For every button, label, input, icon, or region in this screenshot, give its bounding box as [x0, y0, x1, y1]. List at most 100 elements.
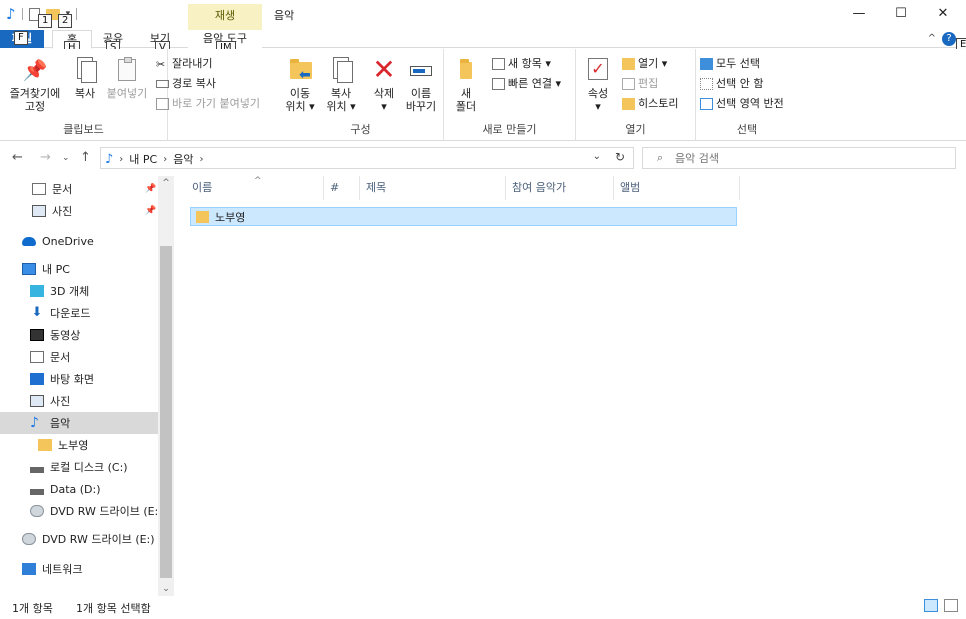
- edit-button[interactable]: 편집: [622, 77, 658, 91]
- easy-access-button[interactable]: 빠른 연결 ▾: [492, 77, 561, 91]
- refresh-icon[interactable]: ↻: [615, 150, 625, 164]
- chevron-right-icon[interactable]: ›: [163, 154, 167, 165]
- properties-button[interactable]: ✓ 속성 ▾: [582, 55, 614, 113]
- history-button[interactable]: 히스토리: [622, 97, 678, 111]
- nav-item-videos[interactable]: 동영상: [0, 324, 158, 346]
- nav-item-this-pc[interactable]: 내 PC: [0, 258, 158, 280]
- pin-label-line2: 고정: [24, 100, 46, 113]
- paste-button[interactable]: 붙여넣기: [104, 55, 150, 100]
- nav-item-downloads[interactable]: ⬇ 다운로드: [0, 302, 158, 324]
- copy-icon: [72, 55, 98, 85]
- nav-item-local-disk-c[interactable]: 로컬 디스크 (C:): [0, 456, 158, 478]
- address-bar[interactable]: ♪ › 내 PC › 음악 › ⌄ ↻: [100, 147, 634, 169]
- cut-label: 잘라내기: [172, 57, 213, 70]
- nav-item-dvd-drive[interactable]: DVD RW 드라이브 (E:): [0, 500, 158, 522]
- nav-item-documents[interactable]: 문서: [0, 346, 158, 368]
- column-header-number[interactable]: #: [324, 176, 360, 200]
- up-arrow-icon[interactable]: ↑: [80, 150, 91, 165]
- column-header-album[interactable]: 앨범: [614, 176, 740, 200]
- scroll-down-icon[interactable]: ⌄: [158, 584, 174, 594]
- clipboard-icon: [114, 55, 140, 85]
- nav-item-pictures[interactable]: 사진: [0, 390, 158, 412]
- nav-item-label: DVD RW 드라이브 (E:): [50, 505, 158, 518]
- breadcrumb-music[interactable]: 음악: [173, 151, 193, 167]
- details-view-icon[interactable]: [924, 599, 938, 612]
- nav-item-music[interactable]: ♪ 음악: [0, 412, 158, 434]
- rename-icon: [408, 55, 434, 85]
- pin-icon: 📌: [22, 58, 48, 82]
- help-icon[interactable]: ?: [942, 32, 956, 46]
- move-label-line1: 이동: [289, 87, 311, 100]
- cut-button[interactable]: ✂ 잘라내기: [156, 57, 212, 71]
- new-group: 새 폴더 새 항목 ▾ 빠른 연결 ▾ 새로 만들기: [444, 49, 576, 141]
- pin-icon: 📌: [145, 206, 157, 216]
- breadcrumb: ♪ › 내 PC › 음악 ›: [105, 151, 203, 167]
- paste-shortcut-icon: [156, 98, 169, 110]
- move-to-button[interactable]: ⬅ 이동 위치 ▾: [282, 55, 318, 113]
- paste-shortcut-button[interactable]: 바로 가기 붙여넣기: [156, 97, 260, 111]
- search-box[interactable]: ⌕: [642, 147, 956, 169]
- delete-x-icon: ✕: [372, 53, 396, 86]
- select-none-button[interactable]: 선택 안 함: [700, 77, 763, 91]
- minimize-button[interactable]: —: [844, 4, 874, 24]
- open-button[interactable]: 열기 ▾: [622, 57, 667, 71]
- forward-arrow-icon[interactable]: →: [40, 150, 51, 165]
- pin-to-quick-access-button[interactable]: 📌 즐겨찾기에 고정: [4, 55, 66, 113]
- status-bar: 1개 항목 1개 항목 선택함: [0, 597, 966, 619]
- new-folder-button[interactable]: 새 폴더: [450, 55, 482, 113]
- rename-button[interactable]: 이름 바꾸기: [402, 55, 440, 113]
- sort-ascending-icon: ^: [254, 176, 262, 186]
- recent-locations-icon[interactable]: ⌄: [62, 153, 70, 163]
- nav-item-label: 다운로드: [50, 307, 91, 320]
- search-input[interactable]: [675, 150, 945, 166]
- column-header-name[interactable]: 이름 ^: [186, 176, 324, 200]
- invert-selection-button[interactable]: 선택 영역 반전: [700, 97, 784, 111]
- copy-button[interactable]: 복사: [70, 55, 100, 100]
- music-note-icon: ♪: [105, 151, 114, 167]
- open-folder-icon: [622, 58, 635, 70]
- invert-selection-icon: [700, 98, 713, 110]
- drive-icon: [30, 488, 44, 495]
- nav-item-data-d[interactable]: Data (D:): [0, 478, 158, 500]
- chevron-right-icon[interactable]: ›: [199, 154, 203, 165]
- nav-item-onedrive[interactable]: OneDrive: [0, 230, 158, 252]
- maximize-button[interactable]: ☐: [886, 4, 916, 24]
- clipboard-group-label: 클립보드: [63, 123, 104, 136]
- nav-item-dvd-drive-root[interactable]: DVD RW 드라이브 (E:) A: [0, 528, 158, 550]
- select-all-button[interactable]: 모두 선택: [700, 57, 760, 71]
- nav-item-label: 바탕 화면: [50, 373, 94, 386]
- copy-to-button[interactable]: 복사 위치 ▾: [322, 55, 360, 113]
- table-row[interactable]: 노부영: [190, 207, 737, 226]
- nav-item-label: 사진: [50, 395, 71, 408]
- back-arrow-icon[interactable]: ←: [12, 150, 23, 165]
- delete-button[interactable]: ✕ 삭제 ▾: [368, 53, 400, 114]
- new-item-label: 새 항목 ▾: [508, 57, 551, 70]
- chevron-right-icon[interactable]: ›: [119, 154, 123, 165]
- nav-item-3d-objects[interactable]: 3D 개체: [0, 280, 158, 302]
- nav-item-desktop[interactable]: 바탕 화면: [0, 368, 158, 390]
- nav-item-documents-quick[interactable]: 문서 📌: [0, 178, 158, 200]
- new-item-button[interactable]: 새 항목 ▾: [492, 57, 551, 71]
- scroll-up-icon[interactable]: ^: [158, 178, 174, 188]
- select-all-icon: [700, 58, 713, 70]
- move-to-icon: ⬅: [287, 55, 313, 85]
- chevron-up-icon[interactable]: ^: [928, 33, 936, 44]
- large-icons-view-icon[interactable]: [944, 599, 958, 612]
- keytip-qat-2: 2: [58, 14, 73, 28]
- new-folder-label-line1: 새: [460, 87, 472, 100]
- ribbon-tabs: 파일 홈 공유 보기 음악 도구 F H S V JM ^ ? E: [0, 30, 966, 55]
- breadcrumb-this-pc[interactable]: 내 PC: [129, 151, 157, 167]
- new-folder-label-line2: 폴더: [455, 100, 477, 113]
- nav-pane-scrollbar[interactable]: ^ ⌄: [158, 176, 174, 596]
- nav-item-label: 노부영: [58, 439, 89, 452]
- nav-item-pictures-quick[interactable]: 사진 📌: [0, 200, 158, 222]
- close-button[interactable]: ✕: [928, 4, 958, 24]
- chevron-down-icon[interactable]: ⌄: [593, 151, 601, 162]
- properties-check-icon: ✓: [585, 55, 611, 85]
- nav-item-nobuyoung-folder[interactable]: 노부영: [0, 434, 158, 456]
- nav-item-network[interactable]: 네트워크: [0, 558, 158, 580]
- column-header-title[interactable]: 제목: [360, 176, 506, 200]
- scrollbar-thumb[interactable]: [160, 246, 172, 578]
- column-header-artists[interactable]: 참여 음악가: [506, 176, 614, 200]
- copy-path-button[interactable]: 경로 복사: [156, 77, 216, 91]
